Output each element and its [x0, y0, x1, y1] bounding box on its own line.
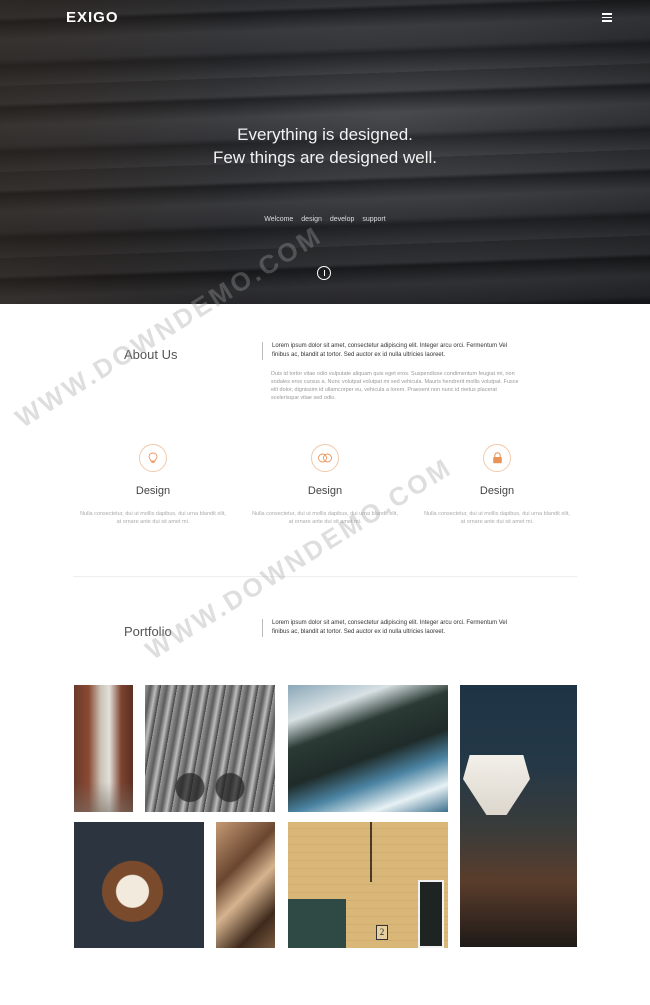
site-logo[interactable]: EXIGO	[66, 9, 119, 26]
service-desc: Nulla consectetur, dui ut mollis dapibus…	[424, 511, 570, 525]
lightbulb-icon	[139, 444, 167, 472]
hero-title-line-1: Everything is designed.	[237, 125, 413, 144]
hamburger-menu-icon[interactable]	[602, 13, 612, 22]
portfolio-item-coast[interactable]	[288, 685, 448, 812]
hero-nav-welcome[interactable]: Welcome	[264, 216, 293, 223]
lock-icon	[483, 444, 511, 472]
service-card: Design Nulla consectetur, dui ut mollis …	[78, 444, 228, 526]
portfolio-item-alley[interactable]	[74, 685, 133, 812]
service-name: Design	[479, 485, 515, 497]
window	[418, 880, 444, 948]
scroll-down-icon[interactable]	[317, 266, 331, 280]
hero-title: Everything is designed. Few things are d…	[0, 123, 650, 169]
hero-nav-support[interactable]: support	[362, 216, 385, 223]
house-number: 2	[376, 925, 388, 940]
service-card: Design Nulla consectetur, dui ut mollis …	[250, 444, 400, 526]
portfolio-title: Portfolio	[124, 624, 172, 639]
service-card: Design Nulla consectetur, dui ut mollis …	[422, 444, 572, 526]
portfolio-intro: Lorem ipsum dolor sit amet, consectetur …	[262, 619, 524, 637]
about-title: About Us	[124, 347, 178, 362]
hero-nav-design[interactable]: design	[301, 216, 322, 223]
section-divider	[73, 576, 577, 577]
service-desc: Nulla consectetur, dui ut mollis dapibus…	[252, 511, 398, 525]
pipe	[370, 822, 372, 882]
about-intro: Lorem ipsum dolor sit amet, consectetur …	[262, 342, 524, 360]
service-name: Design	[135, 485, 171, 497]
hero-nav-develop[interactable]: develop	[330, 216, 355, 223]
service-desc: Nulla consectetur, dui ut mollis dapibus…	[80, 511, 226, 525]
door	[288, 899, 346, 948]
hero-nav: Welcome design develop support	[0, 216, 650, 223]
toggle-icon	[311, 444, 339, 472]
about-body: Duis id tortor vitae odio vulputate aliq…	[271, 371, 519, 401]
portfolio-item-dessert[interactable]	[74, 822, 204, 948]
portfolio-item-building[interactable]: 2	[288, 822, 448, 948]
portfolio-item-coffee[interactable]	[460, 685, 577, 947]
hero-banner: EXIGO Everything is designed. Few things…	[0, 0, 650, 304]
hero-title-line-2: Few things are designed well.	[213, 148, 437, 167]
portfolio-item-cyclists[interactable]	[145, 685, 275, 812]
service-name: Design	[307, 485, 343, 497]
portfolio-item-hands[interactable]	[216, 822, 275, 948]
